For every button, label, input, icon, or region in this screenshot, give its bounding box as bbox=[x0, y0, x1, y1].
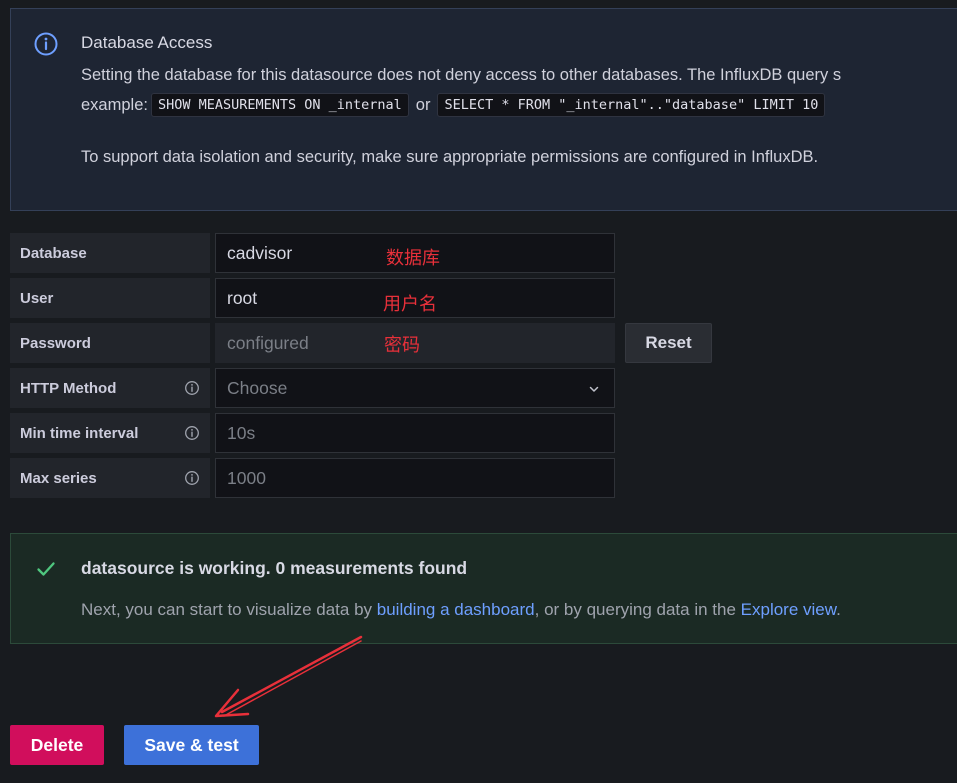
database-access-alert: Database Access Setting the database for… bbox=[10, 8, 957, 211]
password-annotation: 密码 bbox=[384, 335, 420, 356]
chevron-down-icon bbox=[589, 386, 599, 392]
database-row: Database cadvisor bbox=[10, 233, 615, 273]
http-method-placeholder: Choose bbox=[227, 377, 288, 398]
http-method-label: HTTP Method bbox=[20, 379, 117, 397]
datasource-success-alert: datasource is working. 0 measurements fo… bbox=[10, 533, 957, 644]
info-circle-icon[interactable] bbox=[184, 425, 200, 441]
code-snippet-show-measurements: SHOW MEASUREMENTS ON _internal bbox=[150, 93, 409, 117]
success-body-middle: , or by querying data in the bbox=[534, 600, 741, 619]
alert-title: Database Access bbox=[81, 33, 213, 52]
example-label: example: bbox=[81, 95, 148, 114]
max-series-label: Max series bbox=[20, 469, 97, 487]
user-annotation: 用户名 bbox=[383, 294, 437, 315]
code-snippet-select: SELECT * FROM "_internal".."database" LI… bbox=[437, 93, 826, 117]
connector-word: or bbox=[415, 95, 431, 114]
min-time-interval-label: Min time interval bbox=[20, 424, 139, 442]
alert-text: Setting the database for this datasource… bbox=[81, 66, 842, 84]
success-body-prefix: Next, you can start to visualize data by bbox=[81, 600, 377, 619]
user-label: User bbox=[10, 278, 210, 318]
annotation-arrow-icon bbox=[214, 635, 363, 718]
save-test-button[interactable]: Save & test bbox=[124, 725, 259, 765]
alert-security-note: To support data isolation and security, … bbox=[81, 148, 819, 166]
max-series-label-cell: Max series bbox=[10, 458, 210, 498]
delete-button[interactable]: Delete bbox=[10, 725, 104, 765]
check-icon bbox=[37, 562, 55, 576]
info-circle-icon[interactable] bbox=[184, 470, 200, 486]
explore-view-link[interactable]: Explore view bbox=[741, 600, 836, 619]
max-series-input[interactable]: 1000 bbox=[215, 458, 615, 498]
http-method-select[interactable]: Choose bbox=[215, 368, 615, 408]
http-method-label-cell: HTTP Method bbox=[10, 368, 210, 408]
min-time-interval-input[interactable]: 10s bbox=[215, 413, 615, 453]
user-row: User root bbox=[10, 278, 615, 318]
reset-password-button[interactable]: Reset bbox=[625, 323, 712, 363]
info-circle-icon bbox=[34, 32, 58, 56]
password-label: Password bbox=[10, 323, 210, 363]
success-title: datasource is working. 0 measurements fo… bbox=[81, 558, 468, 578]
building-dashboard-link[interactable]: building a dashboard bbox=[377, 600, 535, 619]
min-time-interval-label-cell: Min time interval bbox=[10, 413, 210, 453]
min-time-interval-row: Min time interval 10s bbox=[10, 413, 615, 453]
success-body: Next, you can start to visualize data by… bbox=[81, 600, 841, 620]
alert-example-line: example: SHOW MEASUREMENTS ON _internal … bbox=[81, 93, 828, 117]
success-body-suffix: . bbox=[836, 600, 841, 619]
database-label: Database bbox=[10, 233, 210, 273]
database-annotation: 数据库 bbox=[386, 248, 440, 269]
http-method-row: HTTP Method Choose bbox=[10, 368, 615, 408]
max-series-row: Max series 1000 bbox=[10, 458, 615, 498]
password-row: Password configured bbox=[10, 323, 615, 363]
info-circle-icon[interactable] bbox=[184, 380, 200, 396]
datasource-settings-page: Database Access Setting the database for… bbox=[0, 0, 957, 783]
